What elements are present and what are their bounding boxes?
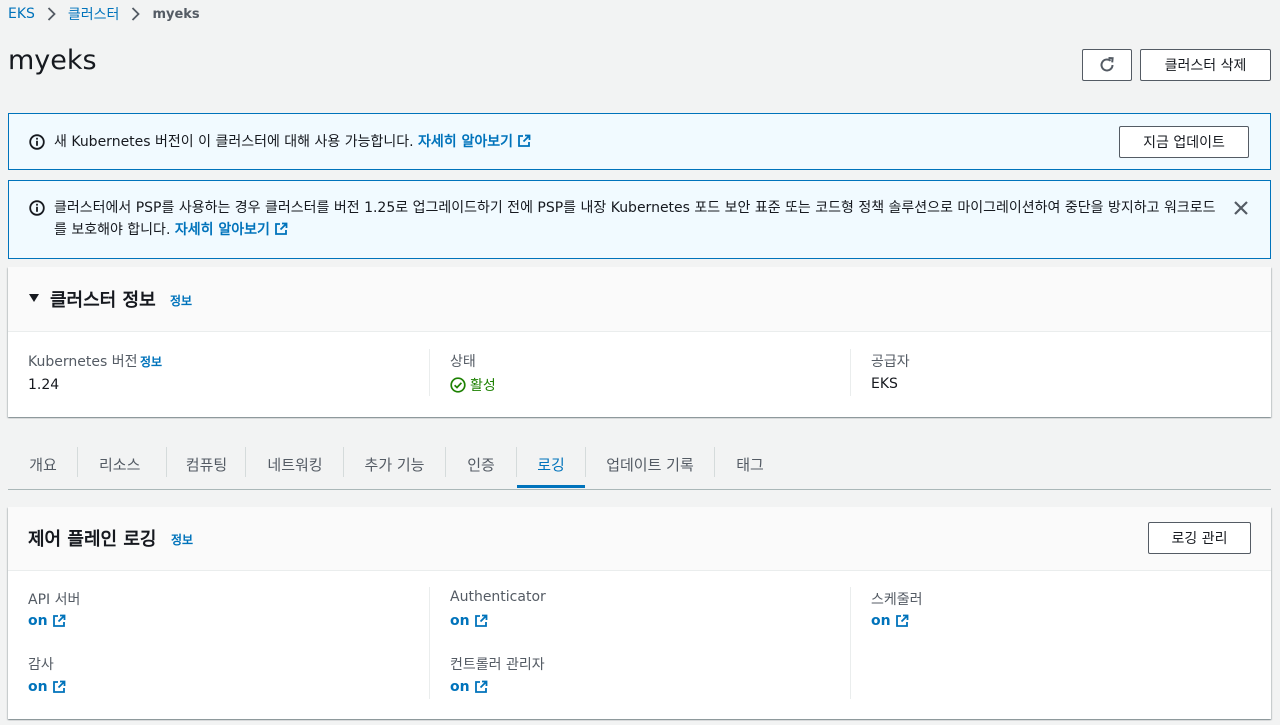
active-tab-indicator xyxy=(517,485,585,488)
column-divider xyxy=(429,587,430,699)
update-available-flash: 새 Kubernetes 버전이 이 클러스터에 대해 사용 가능합니다. 자세… xyxy=(8,113,1271,170)
learn-more-link[interactable]: 자세히 알아보기 xyxy=(175,222,288,238)
caret-down-icon[interactable] xyxy=(28,292,40,304)
info-icon xyxy=(29,200,45,216)
log-status-link[interactable]: on xyxy=(28,679,66,695)
tab-addons[interactable]: 추가 기능 xyxy=(344,446,445,482)
status-label: 상태 xyxy=(450,354,476,370)
external-link-icon xyxy=(52,614,65,627)
log-status-link[interactable]: on xyxy=(450,679,488,695)
flash-message-text: 새 Kubernetes 버전이 이 클러스터에 대해 사용 가능합니다. xyxy=(54,134,414,150)
external-link-icon xyxy=(274,222,288,235)
flash-message: 클러스터에서 PSP를 사용하는 경우 클러스터를 버전 1.25로 업그레이드… xyxy=(54,197,1219,241)
panel-header: 제어 플레인 로깅 정보 로깅 관리 xyxy=(8,507,1271,571)
info-icon xyxy=(29,134,45,150)
k8s-version-label: Kubernetes 버전 xyxy=(28,354,138,370)
info-link[interactable]: 정보 xyxy=(171,531,193,548)
panel-header: 클러스터 정보 정보 xyxy=(8,267,1271,332)
external-link-icon xyxy=(52,680,65,693)
page-title: myeks xyxy=(8,45,97,76)
learn-more-link[interactable]: 자세히 알아보기 xyxy=(418,134,531,150)
external-link-icon xyxy=(895,614,908,627)
breadcrumb-eks[interactable]: EKS xyxy=(8,6,35,22)
column-divider xyxy=(850,587,851,699)
tab-logging[interactable]: 로깅 xyxy=(517,446,585,482)
log-type-label: Authenticator xyxy=(450,589,546,605)
external-link-icon xyxy=(518,134,531,147)
chevron-right-icon xyxy=(131,7,141,21)
control-plane-logging-panel: 제어 플레인 로깅 정보 로깅 관리 API 서버 on 감사 on Authe… xyxy=(8,507,1271,719)
flash-message: 새 Kubernetes 버전이 이 클러스터에 대해 사용 가능합니다. 자세… xyxy=(54,131,531,153)
log-type-label: 스케줄러 xyxy=(871,592,923,608)
tab-update-history[interactable]: 업데이트 기록 xyxy=(586,446,714,482)
provider-value: EKS xyxy=(871,376,898,392)
panel-title: 제어 플레인 로깅 xyxy=(28,529,157,550)
k8s-version-info-link[interactable]: 정보 xyxy=(140,353,162,370)
status-badge: 활성 xyxy=(450,375,496,395)
column-divider xyxy=(429,349,430,396)
external-link-icon xyxy=(474,680,487,693)
log-type-label: 감사 xyxy=(28,657,54,673)
close-icon[interactable] xyxy=(1231,198,1251,218)
provider-label: 공급자 xyxy=(871,354,910,370)
tab-compute[interactable]: 컴퓨팅 xyxy=(167,446,246,482)
log-status-link[interactable]: on xyxy=(28,613,66,629)
tab-bar: 개요 리소스 컴퓨팅 네트워킹 추가 기능 인증 로깅 업데이트 기록 태그 xyxy=(8,438,1271,490)
breadcrumb-clusters[interactable]: 클러스터 xyxy=(68,4,120,24)
psp-warning-flash: 클러스터에서 PSP를 사용하는 경우 클러스터를 버전 1.25로 업그레이드… xyxy=(8,180,1271,259)
panel-title: 클러스터 정보 xyxy=(50,290,156,311)
k8s-version-value: 1.24 xyxy=(28,377,60,393)
chevron-right-icon xyxy=(47,7,56,21)
delete-cluster-button[interactable]: 클러스터 삭제 xyxy=(1140,49,1271,81)
breadcrumb-current: myeks xyxy=(152,6,200,22)
update-now-button[interactable]: 지금 업데이트 xyxy=(1119,126,1249,158)
tab-overview[interactable]: 개요 xyxy=(8,446,78,482)
column-divider xyxy=(850,349,851,396)
breadcrumb: EKS 클러스터 myeks xyxy=(8,5,200,23)
external-link-icon xyxy=(474,614,487,627)
log-status-link[interactable]: on xyxy=(871,613,909,629)
refresh-button[interactable] xyxy=(1082,49,1132,81)
check-circle-icon xyxy=(450,377,466,393)
tab-tags[interactable]: 태그 xyxy=(715,446,785,482)
manage-logging-button[interactable]: 로깅 관리 xyxy=(1148,522,1251,554)
log-type-label: API 서버 xyxy=(28,592,81,608)
tab-networking[interactable]: 네트워킹 xyxy=(246,446,344,482)
info-link[interactable]: 정보 xyxy=(170,292,192,309)
cluster-info-panel: 클러스터 정보 정보 Kubernetes 버전 정보 1.24 상태 활성 공… xyxy=(8,267,1271,417)
refresh-icon xyxy=(1100,57,1114,72)
log-type-label: 컨트롤러 관리자 xyxy=(450,657,545,673)
tab-authentication[interactable]: 인증 xyxy=(446,446,516,482)
log-status-link[interactable]: on xyxy=(450,613,488,629)
